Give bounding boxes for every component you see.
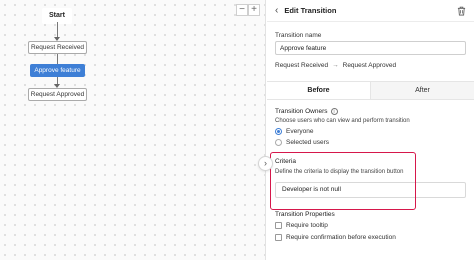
panel-header: ‹ Edit Transition	[267, 0, 474, 22]
radio-label-everyone: Everyone	[286, 128, 314, 135]
transition-owners-title: Transition Owners i	[275, 108, 338, 115]
zoom-in-button[interactable]: +	[248, 4, 260, 16]
panel-title: Edit Transition	[284, 6, 337, 15]
checkbox-label-require-confirmation: Require confirmation before execution	[286, 234, 396, 241]
tab-bar: Before After	[267, 81, 474, 100]
transition-owners-help: Choose users who can view and perform tr…	[275, 118, 410, 124]
edit-transition-panel: ‹ Edit Transition Transition name Reques…	[267, 0, 474, 260]
checkbox-require-tooltip[interactable]	[275, 222, 282, 229]
radio-label-selected-users: Selected users	[286, 139, 329, 146]
state-node-request-approved[interactable]: Request Approved	[28, 88, 87, 101]
route-from-state: Request Received	[275, 62, 329, 69]
checkbox-option-require-tooltip[interactable]: Require tooltip	[275, 222, 328, 229]
route-arrow-icon: →	[332, 62, 339, 69]
back-icon[interactable]: ‹	[275, 5, 278, 16]
zoom-out-button[interactable]: −	[236, 4, 248, 16]
transition-properties-title: Transition Properties	[275, 211, 335, 218]
state-node-request-received[interactable]: Request Received	[28, 41, 87, 54]
radio-option-everyone[interactable]: Everyone	[275, 128, 313, 135]
radio-option-selected-users[interactable]: Selected users	[275, 139, 329, 146]
expand-panel-icon[interactable]: ›	[258, 156, 273, 171]
info-icon[interactable]: i	[330, 108, 338, 115]
trash-icon[interactable]	[457, 6, 466, 16]
connector-line	[57, 54, 58, 64]
tab-after[interactable]: After	[371, 82, 474, 99]
checkbox-require-confirmation[interactable]	[275, 234, 282, 241]
radio-button-selected-users[interactable]	[275, 139, 282, 146]
checkbox-label-require-tooltip: Require tooltip	[286, 222, 328, 229]
radio-button-everyone[interactable]	[275, 128, 282, 135]
tab-before[interactable]: Before	[267, 82, 371, 99]
zoom-controls: − +	[236, 4, 260, 16]
transition-owners-label: Transition Owners	[275, 108, 328, 115]
checkbox-option-require-confirmation[interactable]: Require confirmation before execution	[275, 234, 396, 241]
transition-route: Request Received → Request Approved	[275, 62, 396, 69]
criteria-highlight-box	[270, 152, 416, 210]
transition-name-label: Transition name	[275, 32, 322, 39]
transition-name-input[interactable]	[275, 41, 466, 55]
route-to-state: Request Approved	[342, 62, 397, 69]
workflow-canvas[interactable]: − + Start Request Received Approve featu…	[0, 0, 266, 260]
transition-node-approve-feature[interactable]: Approve feature	[30, 64, 85, 77]
